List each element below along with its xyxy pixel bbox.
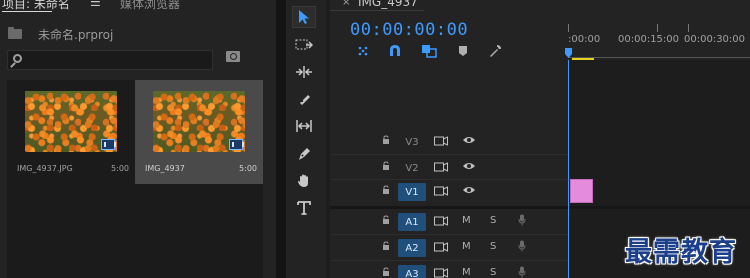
linked-selection-icon[interactable] [420,42,438,60]
track-header-v3: V3 [330,129,750,154]
toggle-sync-lock-icon[interactable] [434,242,448,255]
microphone-icon[interactable] [518,266,526,278]
project-file-row: 未命名.prproj [0,22,276,42]
watermark-logo: 最需教育 [625,237,737,268]
razor-icon [300,95,310,105]
project-tabbar: 项目: 未命名 ☰ 媒体浏览器 [0,0,276,12]
ripple-edit-tool-button[interactable] [292,61,316,83]
pen-tool-button[interactable] [292,143,316,165]
ruler-label: 00:00:15:00 [618,34,680,45]
track-label[interactable]: A1 [398,213,426,231]
search-icon [13,54,22,63]
snap-magnet-icon[interactable] [386,42,404,60]
track-label[interactable]: V2 [398,159,426,177]
track-header-v1: V1 [330,179,750,204]
folder-icon [8,27,22,39]
project-panel: 项目: 未命名 ☰ 媒体浏览器 未命名.prproj IMG_4937.JPG … [0,0,276,278]
tab-underline [330,10,424,11]
clip-duration: 5:00 [239,164,257,173]
toggle-sync-lock-icon[interactable] [434,186,448,199]
track-label[interactable]: V1 [398,183,426,201]
lock-icon[interactable] [382,241,390,250]
timeline-tabbar: × IMG_4937 [330,0,750,11]
clip-name: IMG_4937 [145,164,185,173]
toggle-sync-lock-icon[interactable] [434,136,448,149]
ruler-tick [657,24,658,32]
search-input[interactable] [7,50,213,70]
clip-item-selected[interactable]: IMG_4937 5:00 [135,80,263,184]
eye-icon[interactable] [462,161,476,174]
tab-project-label: 项目: 未命名 [2,0,70,11]
lock-icon[interactable] [382,215,390,224]
track-label[interactable]: A3 [398,265,426,278]
tab-active-underline [2,11,52,12]
still-image-icon [101,139,116,150]
slip-icon [296,120,312,132]
lock-icon[interactable] [382,185,390,194]
solo-button[interactable]: S [490,215,496,226]
project-file-name: 未命名.prproj [38,28,114,42]
type-tool-button[interactable] [292,197,316,219]
ruler-label: 00:00:30:00 [684,34,746,45]
tools-panel [286,0,326,278]
toggle-sync-lock-icon[interactable] [434,162,448,175]
lock-icon[interactable] [382,267,390,276]
slip-tool-button[interactable] [292,115,316,137]
arrow-icon [299,10,309,24]
solo-button[interactable]: S [490,241,496,252]
pen-icon [299,148,310,160]
ripple-edit-icon [296,66,312,78]
tab-media-browser[interactable]: 媒体浏览器 [120,0,180,12]
track-select-tool-button[interactable] [292,34,316,56]
timeline-settings-wrench-icon[interactable] [486,42,504,60]
ruler-tick [688,24,689,32]
clip-name: IMG_4937.JPG [17,164,73,173]
mute-button[interactable]: M [462,241,471,252]
new-bin-icon[interactable] [226,51,240,62]
microphone-icon[interactable] [518,240,526,255]
selection-tool-button[interactable] [292,6,316,28]
lock-icon[interactable] [382,161,390,170]
nest-sequence-icon[interactable] [354,42,372,60]
microphone-icon[interactable] [518,214,526,229]
close-icon[interactable]: × [342,0,350,8]
track-label[interactable]: V3 [398,133,426,151]
eye-icon[interactable] [462,185,476,198]
tab-media-label: 媒体浏览器 [120,0,181,11]
track-label[interactable]: A2 [398,239,426,257]
hand-icon [297,174,308,187]
add-marker-icon[interactable] [454,42,472,60]
clip-thumbnail [25,91,117,152]
panel-menu-icon[interactable]: ☰ [90,0,101,9]
ruler-label: :00:00 [568,34,601,45]
type-icon [297,201,311,215]
mute-button[interactable]: M [462,215,471,226]
clip-item[interactable]: IMG_4937.JPG 5:00 [7,80,135,184]
clip-thumbnail [153,91,245,152]
track-header-v2: V2 [330,155,750,180]
timeline-clip[interactable] [570,179,593,203]
clip-grid: IMG_4937.JPG 5:00 IMG_4937 5:00 [7,80,263,278]
toggle-sync-lock-icon[interactable] [434,268,448,278]
playhead-timecode[interactable]: 00:00:00:00 [350,20,468,40]
sequence-icon [229,139,244,150]
lock-icon[interactable] [382,135,390,144]
toggle-sync-lock-icon[interactable] [434,216,448,229]
track-select-icon [295,39,313,50]
ruler-tick [568,24,569,32]
clip-duration: 5:00 [111,164,129,173]
mute-button[interactable]: M [462,267,471,278]
razor-tool-button[interactable] [292,88,316,110]
panel-divider[interactable] [276,0,286,278]
hand-tool-button[interactable] [292,170,316,192]
time-ruler[interactable]: :00:00 00:00:15:00 00:00:30:00 [565,22,750,62]
sequence-tab[interactable]: IMG_4937 [358,0,418,9]
solo-button[interactable]: S [490,267,496,278]
playhead-line[interactable] [568,60,569,278]
tab-project[interactable]: 项目: 未命名 [2,0,70,12]
eye-icon[interactable] [462,135,476,148]
ruler-baseline [568,57,750,58]
